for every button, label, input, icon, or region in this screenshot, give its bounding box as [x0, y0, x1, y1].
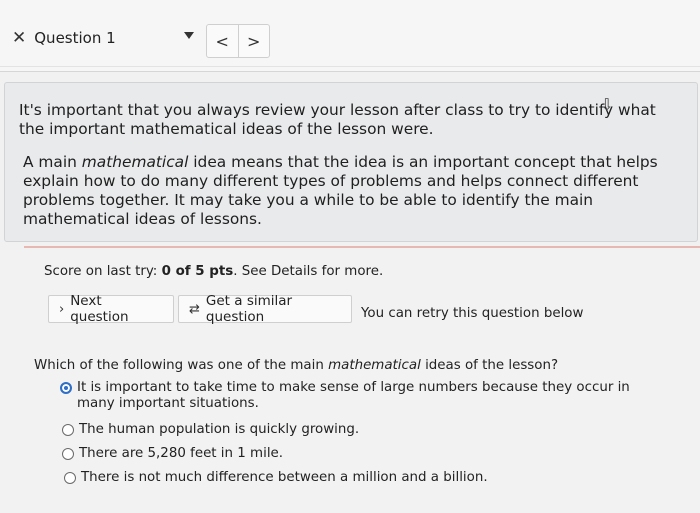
answer-option[interactable]: There is not much difference between a m… [64, 470, 488, 486]
divider [0, 66, 700, 67]
close-icon[interactable]: ✕ [12, 28, 26, 48]
option-label: It is important to take time to make sen… [77, 380, 630, 411]
intro-text: A main [23, 153, 82, 171]
similar-question-label: Get a similar question [205, 293, 293, 325]
question-toolbar: ✕ Question 1 < > [0, 0, 700, 72]
divider [24, 246, 700, 248]
similar-question-button[interactable]: ⇄ Get a similar question [178, 293, 352, 325]
refresh-icon: ⇄ [189, 301, 200, 317]
prompt-text: ideas of the lesson? [420, 358, 559, 373]
lesson-intro-panel: It's important that you always review yo… [4, 82, 698, 242]
answer-option[interactable]: There are 5,280 feet in 1 mile. [62, 446, 283, 462]
next-question-button[interactable]: › Next question [48, 293, 174, 325]
retry-note: You can retry this question below [361, 306, 584, 321]
cursor-icon: ⇩ [600, 95, 614, 114]
radio-button[interactable] [62, 424, 74, 436]
radio-button[interactable] [64, 472, 76, 484]
score-prefix: Score on last try: [44, 264, 162, 279]
answer-option[interactable]: The human population is quickly growing. [62, 422, 359, 438]
option-label: There are 5,280 feet in 1 mile. [79, 446, 284, 461]
next-question-label: Next question [70, 293, 129, 325]
radio-button[interactable] [62, 448, 74, 460]
question-label: Question 1 [34, 29, 116, 47]
question-nav: < > [206, 24, 270, 58]
prompt-text: Which of the following was one of the ma… [34, 358, 329, 373]
score-line: Score on last try: 0 of 5 pts. See Detai… [44, 264, 383, 279]
question-selector[interactable]: ✕ Question 1 [6, 20, 202, 56]
score-suffix: . See Details for more. [233, 264, 384, 279]
option-label: There is not much difference between a m… [81, 470, 488, 485]
chevron-down-icon[interactable] [184, 32, 194, 39]
option-label: The human population is quickly growing. [79, 422, 360, 437]
chevron-right-icon: › [59, 301, 65, 317]
intro-paragraph-2: A main mathematical idea means that the … [19, 153, 683, 229]
prev-question-button[interactable]: < [207, 25, 239, 57]
next-question-arrow-button[interactable]: > [239, 25, 270, 57]
intro-emphasis: mathematical [81, 153, 189, 171]
intro-paragraph-1: It's important that you always review yo… [19, 101, 656, 138]
question-prompt: Which of the following was one of the ma… [34, 358, 558, 373]
score-value: 0 of 5 pts [161, 264, 234, 279]
answer-option[interactable]: It is important to take time to make sen… [60, 380, 670, 412]
radio-button-selected[interactable] [60, 382, 72, 394]
prompt-emphasis: mathematical [328, 358, 421, 373]
